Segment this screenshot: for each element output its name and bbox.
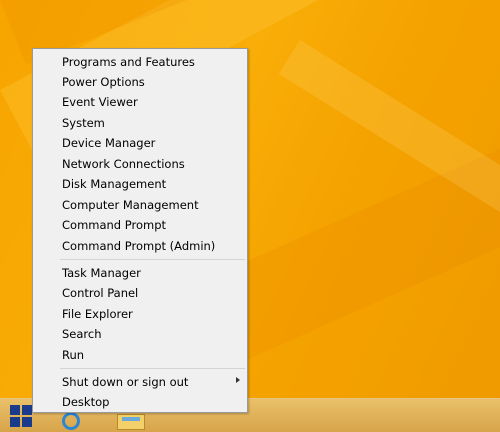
menu-item-power-options[interactable]: Power Options [62, 72, 242, 92]
menu-item-command-prompt-admin[interactable]: Command Prompt (Admin) [62, 236, 242, 256]
menu-separator [60, 368, 245, 369]
menu-item-file-explorer[interactable]: File Explorer [62, 304, 242, 324]
menu-item-programs-and-features[interactable]: Programs and Features [62, 52, 242, 72]
menu-item-system[interactable]: System [62, 113, 242, 133]
menu-item-disk-management[interactable]: Disk Management [62, 174, 242, 194]
menu-item-task-manager[interactable]: Task Manager [62, 263, 242, 283]
menu-item-search[interactable]: Search [62, 324, 242, 344]
menu-item-network-connections[interactable]: Network Connections [62, 154, 242, 174]
power-user-menu: Programs and Features Power Options Even… [32, 48, 248, 413]
menu-item-control-panel[interactable]: Control Panel [62, 283, 242, 303]
submenu-arrow-icon [236, 377, 240, 383]
menu-item-desktop[interactable]: Desktop [62, 392, 242, 412]
menu-item-shut-down-or-sign-out[interactable]: Shut down or sign out [62, 372, 242, 392]
menu-separator [60, 259, 245, 260]
menu-item-event-viewer[interactable]: Event Viewer [62, 92, 242, 112]
file-explorer-icon[interactable] [117, 414, 145, 430]
menu-item-command-prompt[interactable]: Command Prompt [62, 215, 242, 235]
menu-item-run[interactable]: Run [62, 345, 242, 365]
internet-explorer-icon[interactable] [62, 412, 80, 430]
menu-item-computer-management[interactable]: Computer Management [62, 195, 242, 215]
menu-item-device-manager[interactable]: Device Manager [62, 133, 242, 153]
windows-logo-icon[interactable] [10, 405, 32, 427]
